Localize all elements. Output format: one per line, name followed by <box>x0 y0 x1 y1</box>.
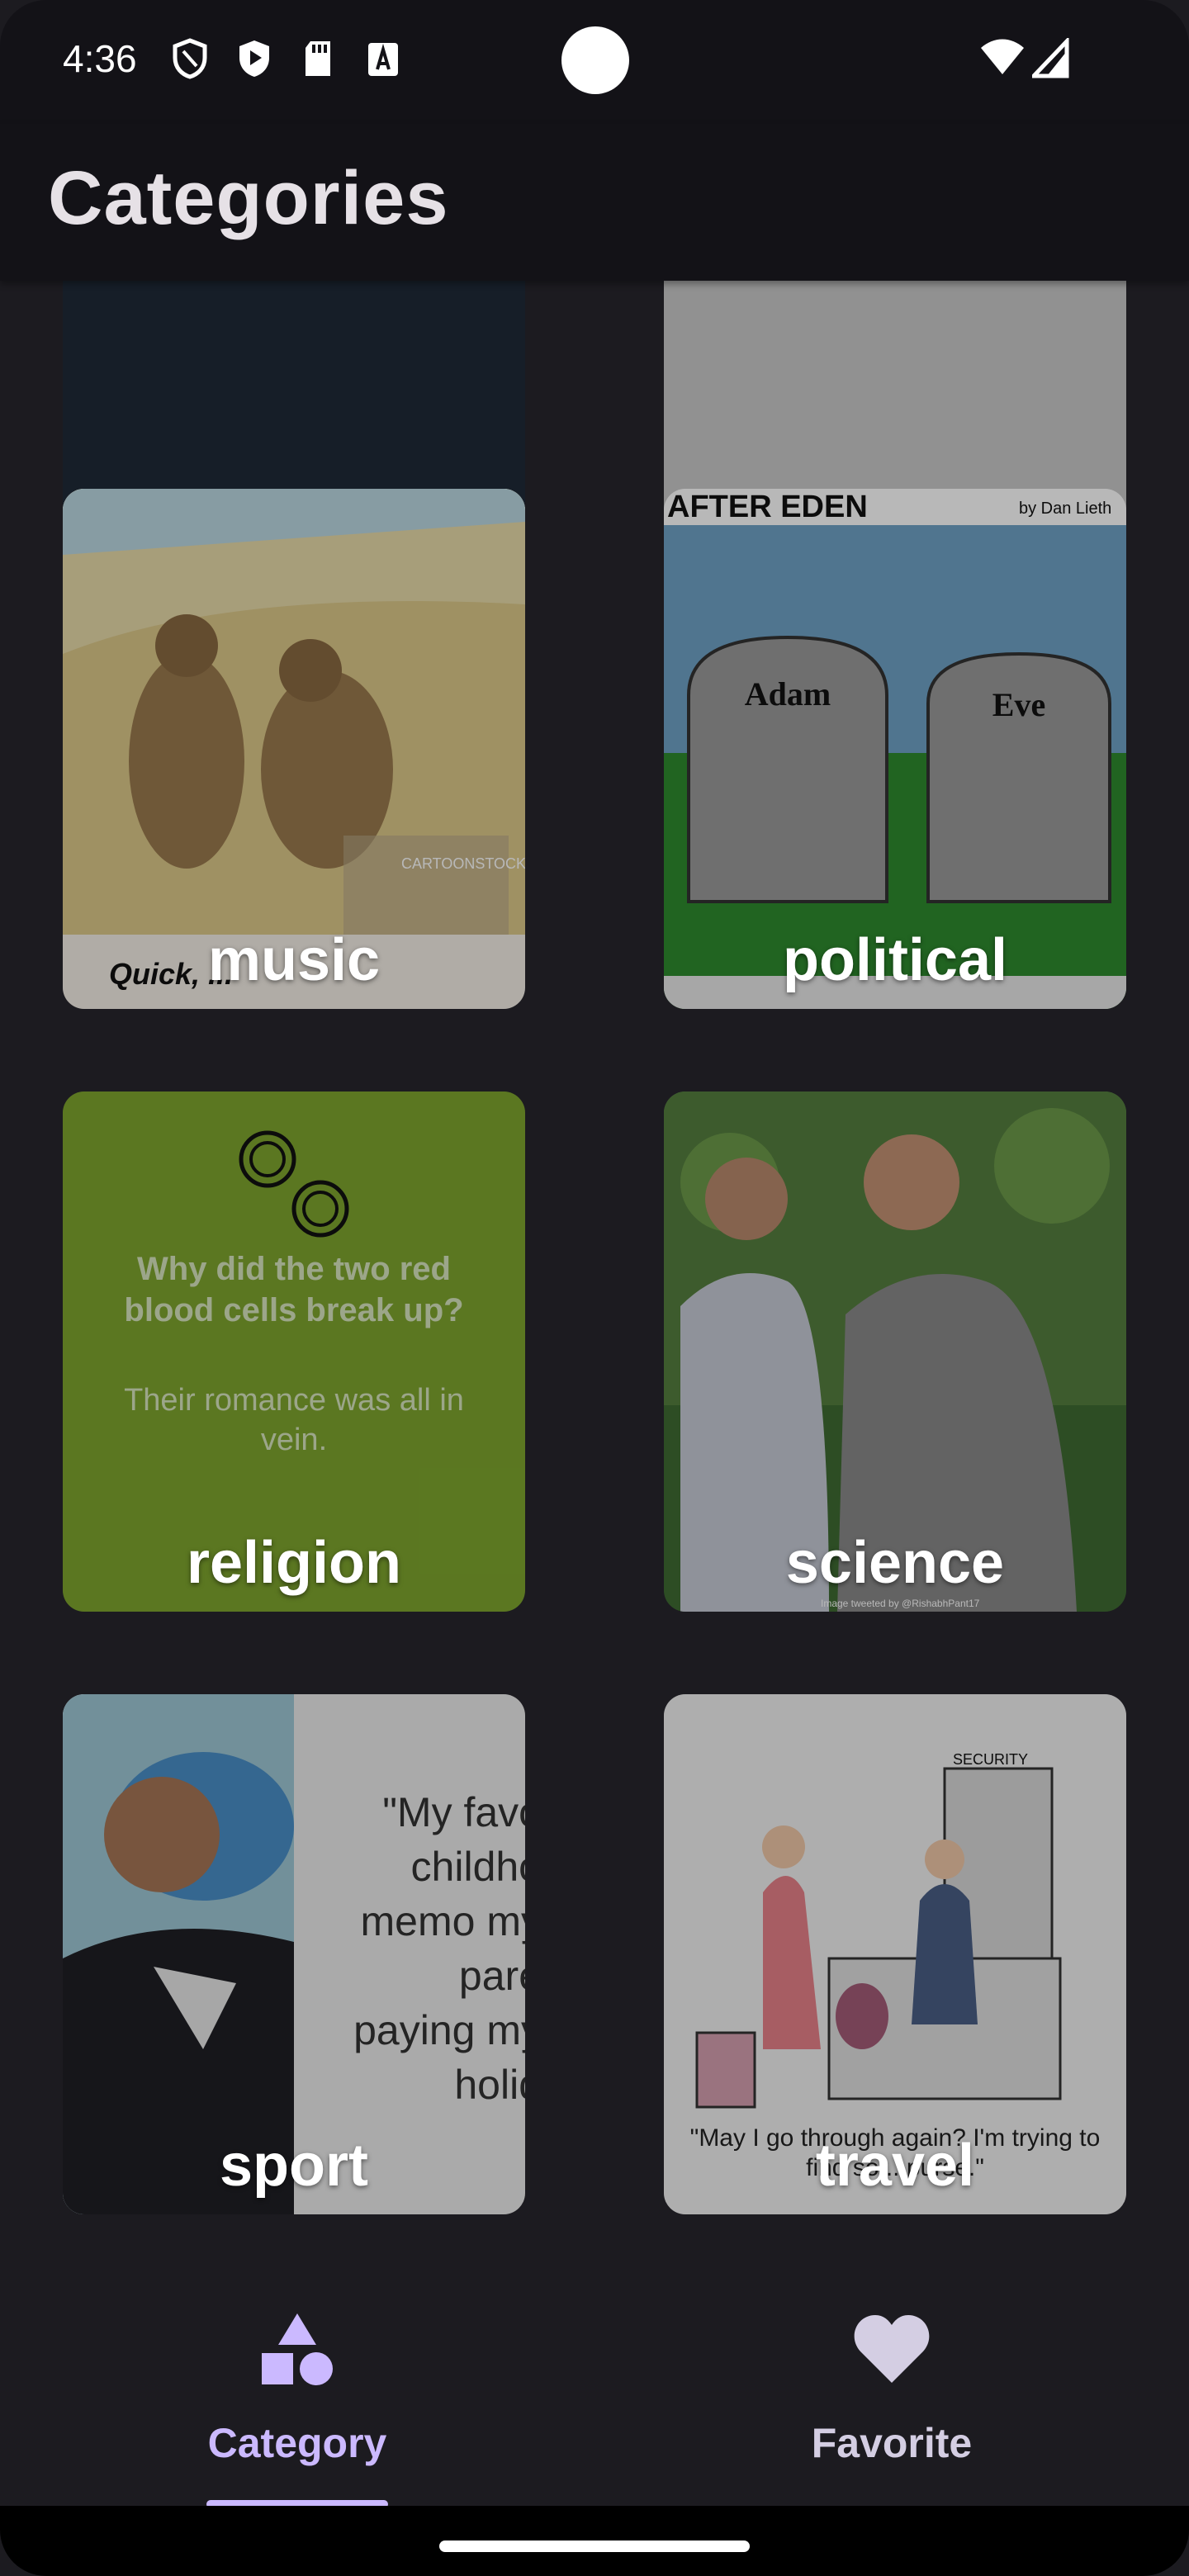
nav-item-category[interactable]: Category <box>0 2262 594 2508</box>
category-grid[interactable]: Wallet money movie <box>0 281 1189 2262</box>
heart-icon <box>854 2315 930 2383</box>
category-label: music <box>207 927 381 993</box>
top-app-bar: Categories <box>0 124 1189 281</box>
category-card-science[interactable]: Image tweeted by @RishabhPant17 science <box>664 1091 1126 1612</box>
wifi-icon <box>981 39 1024 74</box>
category-label: sport <box>220 2133 368 2199</box>
home-gesture-handle[interactable] <box>439 2540 750 2552</box>
category-card-political[interactable]: AFTER EDEN by Dan Lieth Adam Eve politic… <box>664 489 1126 1009</box>
category-card-music[interactable]: CARTOONSTOCK .com Quick, ... music <box>63 489 525 1009</box>
category-label: science <box>785 1530 1005 1596</box>
category-label: religion <box>186 1530 401 1596</box>
category-card-travel[interactable]: SECURITY "May I go through again? I'm tr… <box>664 1694 1126 2214</box>
category-card-religion[interactable]: Why did the two red blood cells break up… <box>63 1091 525 1612</box>
sd-card-icon <box>306 41 330 76</box>
category-shapes-icon <box>262 2313 333 2385</box>
category-card-sport[interactable]: "My favo childho memo my pare paying my … <box>63 1694 525 2214</box>
system-gesture-area <box>0 2506 1189 2576</box>
signal-icon <box>1032 38 1069 78</box>
nav-label-favorite: Favorite <box>811 2420 973 2466</box>
nav-label-category: Category <box>207 2420 387 2466</box>
front-camera <box>561 26 629 94</box>
category-label: political <box>782 927 1008 993</box>
phone-screen: 4:36 Categories CARTOONSTOCK Quick, ... … <box>0 0 1189 2576</box>
bottom-navigation: Category Favorite <box>0 2262 1189 2508</box>
status-time: 4:36 <box>63 37 137 80</box>
nav-item-favorite[interactable]: Favorite <box>594 2262 1189 2506</box>
keyboard-a-icon <box>368 43 398 76</box>
category-label: travel <box>815 2133 975 2199</box>
status-bar: 4:36 <box>0 0 1189 124</box>
page-title: Categories <box>48 156 449 240</box>
shield-icon <box>173 38 207 79</box>
play-store-icon <box>239 40 269 77</box>
